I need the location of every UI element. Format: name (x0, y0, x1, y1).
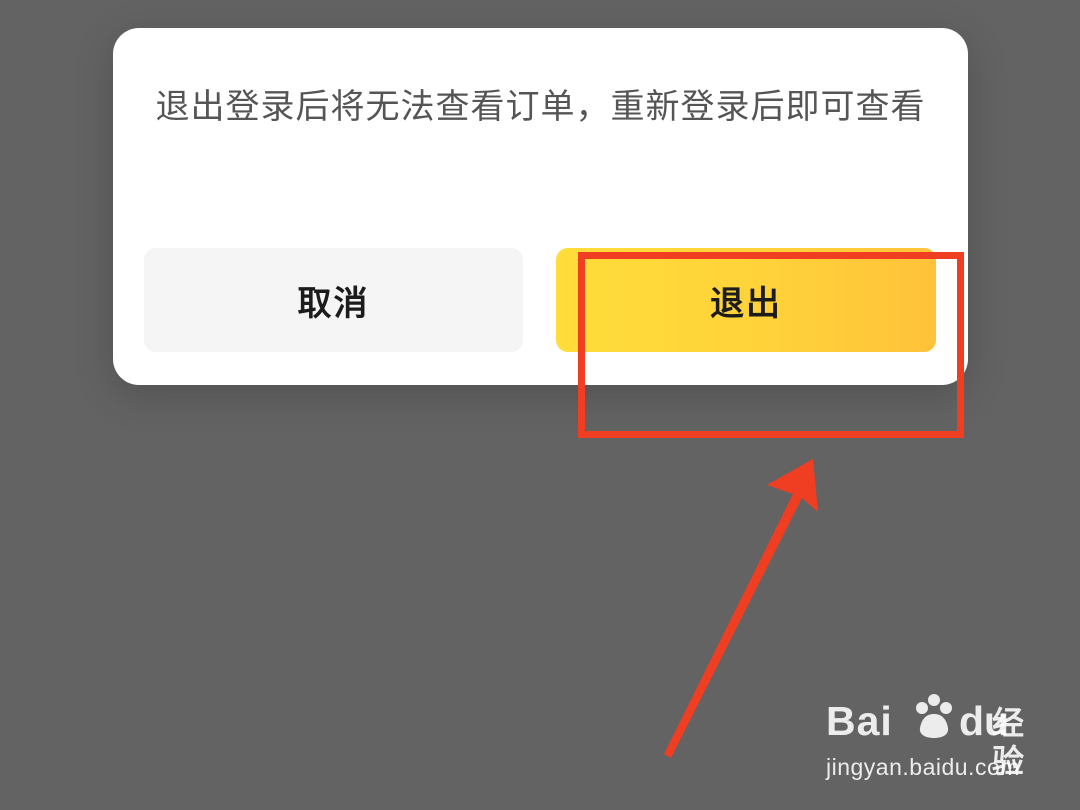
watermark-brand-prefix: Bai (826, 698, 893, 744)
watermark-brand-row: Bai du 经验 (826, 690, 1026, 780)
cancel-button[interactable]: 取消 (144, 248, 523, 352)
red-highlight-box (578, 252, 964, 438)
arrow-shape (664, 459, 818, 758)
watermark-url: jingyan.baidu.com (826, 754, 1020, 780)
modal-overlay: 退出登录后将无法查看订单，重新登录后即可查看 取消 退出 Bai du 经验 j… (0, 0, 1080, 810)
baidu-jingyan-watermark: Bai du 经验 jingyan.baidu.com (826, 690, 1026, 786)
dialog-message: 退出登录后将无法查看订单，重新登录后即可查看 (155, 87, 926, 127)
baidu-paw-icon (916, 694, 952, 738)
